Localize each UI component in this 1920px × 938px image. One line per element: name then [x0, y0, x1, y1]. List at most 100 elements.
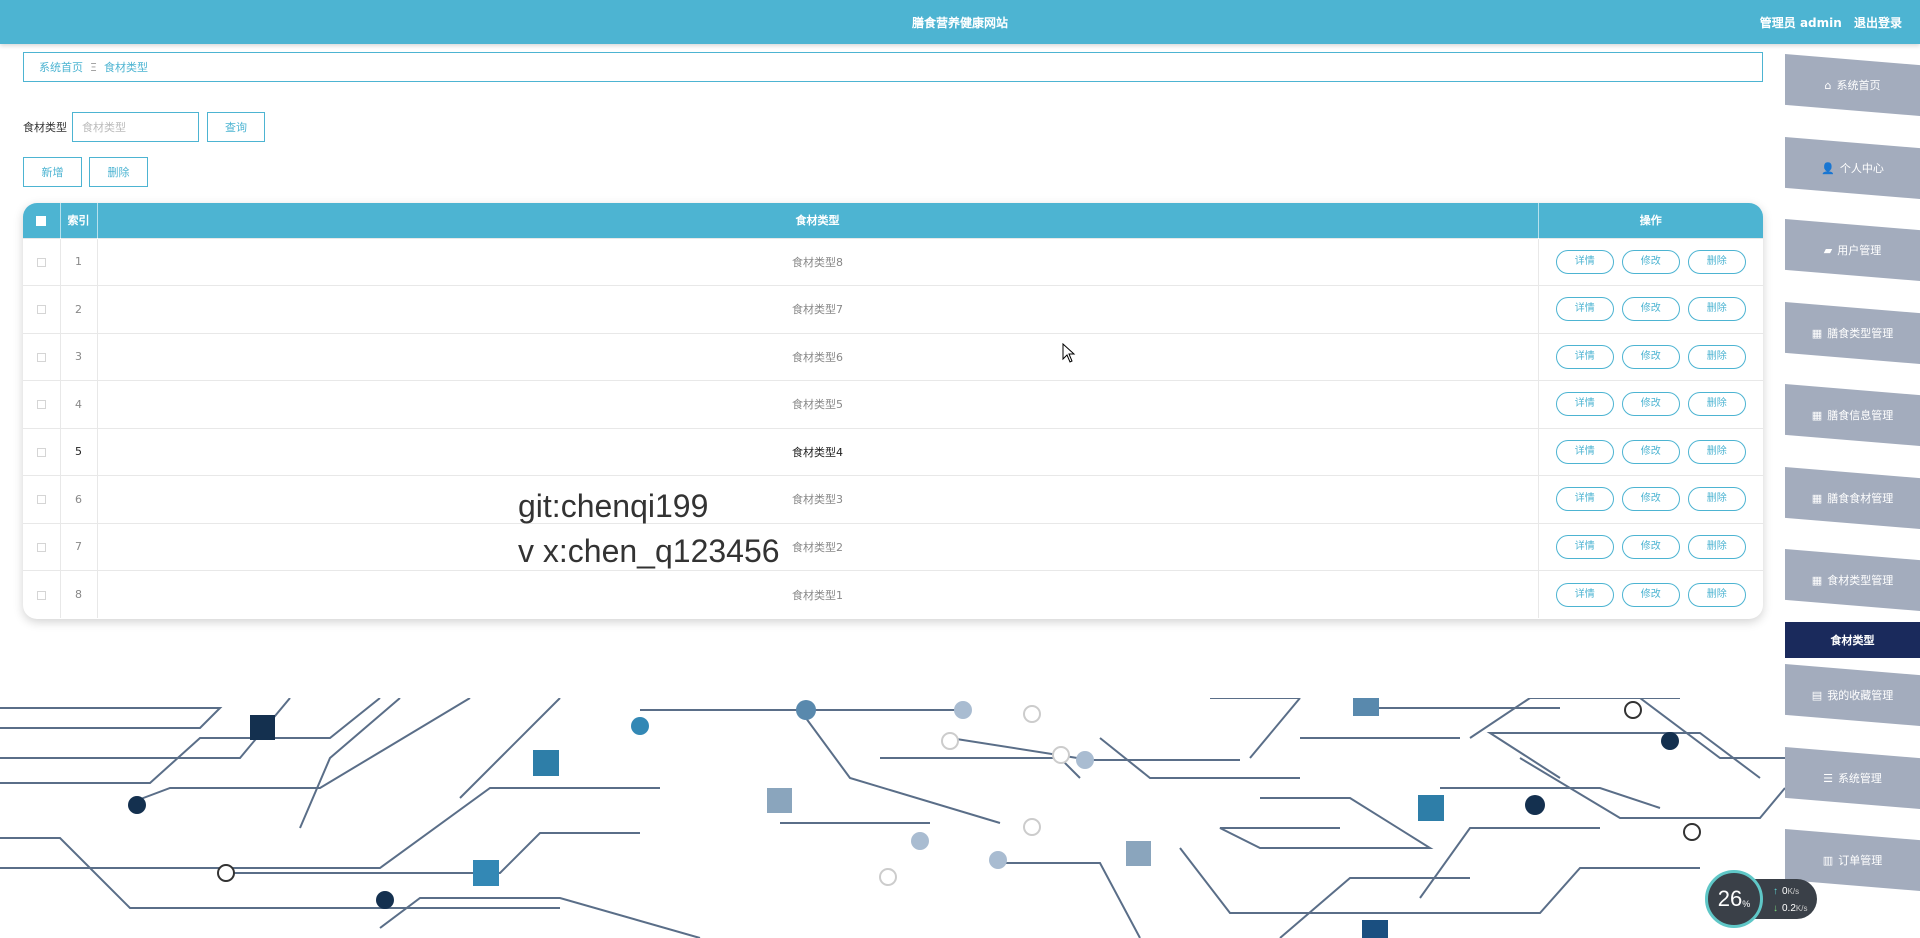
- row-checkbox[interactable]: [36, 305, 46, 315]
- detail-button[interactable]: 详情: [1555, 534, 1614, 559]
- table-row[interactable]: 2 食材类型7 详情 修改 删除: [23, 285, 1763, 334]
- type-header: 食材类型: [97, 203, 1539, 238]
- sidebar-item-3[interactable]: ▰ 用户管理: [1785, 219, 1920, 281]
- row-delete-button[interactable]: 删除: [1687, 249, 1746, 274]
- table-row[interactable]: 1 食材类型8 详情 修改 删除: [23, 238, 1763, 286]
- row-delete-button[interactable]: 删除: [1687, 439, 1746, 464]
- row-select-cell: [23, 428, 61, 476]
- briefcase-icon: ▰: [1823, 243, 1833, 257]
- data-table: 索引 食材类型 操作 1 食材类型8 详情 修改 删除 2 食材类型7 详情 修改 删除 3 食材类型…: [23, 203, 1763, 619]
- table-row[interactable]: 6 食材类型3 详情 修改 删除: [23, 475, 1763, 524]
- query-button[interactable]: 查询: [207, 112, 265, 142]
- edit-button[interactable]: 修改: [1621, 249, 1680, 274]
- row-delete-button[interactable]: 删除: [1687, 582, 1746, 607]
- add-button[interactable]: 新增: [23, 157, 82, 187]
- row-type: 食材类型4: [97, 428, 1539, 476]
- sidebar-item-8[interactable]: 食材类型: [1785, 622, 1920, 658]
- select-all-checkbox[interactable]: [36, 215, 47, 226]
- sidebar-item-6[interactable]: ▦ 膳食食材管理: [1785, 467, 1920, 529]
- breadcrumb: 系统首页 Ξ 食材类型: [23, 52, 1763, 82]
- row-checkbox[interactable]: [36, 495, 46, 505]
- edit-button[interactable]: 修改: [1621, 297, 1680, 322]
- user-icon: 👤: [1821, 161, 1835, 175]
- sidebar-item-1[interactable]: ⌂ 系统首页: [1785, 54, 1920, 116]
- row-type: 食材类型1: [97, 570, 1539, 618]
- table-row[interactable]: 8 食材类型1 详情 修改 删除: [23, 570, 1763, 618]
- row-index: 5: [60, 428, 98, 476]
- detail-button[interactable]: 详情: [1555, 582, 1614, 607]
- sidebar-item-label: 订单管理: [1838, 854, 1883, 867]
- edit-button[interactable]: 修改: [1621, 344, 1680, 369]
- row-delete-button[interactable]: 删除: [1687, 487, 1746, 512]
- download-arrow-icon: ↓: [1773, 903, 1778, 914]
- sidebar-item-10[interactable]: ☰ 系统管理: [1785, 747, 1920, 809]
- row-index: 1: [60, 238, 98, 286]
- row-operations: 详情 修改 删除: [1538, 523, 1763, 571]
- row-checkbox[interactable]: [36, 400, 46, 410]
- table-row[interactable]: 5 食材类型4 详情 修改 删除: [23, 428, 1763, 476]
- grid-icon: ▦: [1811, 408, 1823, 422]
- table-row[interactable]: 4 食材类型5 详情 修改 删除: [23, 380, 1763, 428]
- grid-icon: ▦: [1811, 491, 1823, 505]
- row-delete-button[interactable]: 删除: [1687, 344, 1746, 369]
- search-label: 食材类型: [23, 121, 67, 134]
- watermark-git: git:chenqi199: [518, 488, 709, 524]
- row-operations: 详情 修改 删除: [1538, 476, 1763, 524]
- table-row[interactable]: 3 食材类型6 详情 修改 删除: [23, 333, 1763, 381]
- detail-button[interactable]: 详情: [1555, 249, 1614, 274]
- site-title: 膳食营养健康网站: [911, 16, 1008, 30]
- admin-user-label[interactable]: 管理员 admin: [1760, 16, 1842, 30]
- breadcrumb-home[interactable]: 系统首页: [39, 59, 83, 75]
- right-sidebar: ⌂ 系统首页 👤 个人中心 ▰ 用户管理 ▦ 膳食类型管理 ▦ 膳食信息管理 ▦ 膳食食材管理 ▦ 食材类…: [1785, 44, 1920, 938]
- detail-button[interactable]: 详情: [1555, 297, 1614, 322]
- row-checkbox[interactable]: [36, 257, 46, 267]
- row-checkbox[interactable]: [36, 542, 46, 552]
- row-checkbox[interactable]: [36, 590, 46, 600]
- sidebar-item-2[interactable]: 👤 个人中心: [1785, 137, 1920, 199]
- row-operations: 详情 修改 删除: [1538, 286, 1763, 334]
- operations-header: 操作: [1639, 214, 1662, 228]
- table-row[interactable]: 7 食材类型2 详情 修改 删除: [23, 523, 1763, 571]
- sidebar-item-label: 膳食食材管理: [1827, 492, 1894, 505]
- row-delete-button[interactable]: 删除: [1687, 392, 1746, 417]
- network-speed-widget[interactable]: ↑ 0K/s ↓ 0.2K/s 26%: [1705, 870, 1825, 930]
- row-select-cell: [23, 570, 61, 618]
- row-index: 7: [60, 523, 98, 571]
- delete-button[interactable]: 删除: [89, 157, 148, 187]
- row-type: 食材类型6: [97, 333, 1539, 381]
- row-operations: 详情 修改 删除: [1538, 333, 1763, 381]
- menu-icon: ☰: [1823, 771, 1833, 785]
- circuit-background-image: [0, 698, 1785, 938]
- row-checkbox[interactable]: [36, 447, 46, 457]
- row-delete-button[interactable]: 删除: [1687, 534, 1746, 559]
- edit-button[interactable]: 修改: [1621, 392, 1680, 417]
- detail-button[interactable]: 详情: [1555, 392, 1614, 417]
- logout-link[interactable]: 退出登录: [1854, 16, 1902, 30]
- sidebar-item-label: 食材类型管理: [1827, 574, 1894, 587]
- edit-button[interactable]: 修改: [1621, 534, 1680, 559]
- detail-button[interactable]: 详情: [1555, 487, 1614, 512]
- edit-button[interactable]: 修改: [1621, 439, 1680, 464]
- row-index: 8: [60, 570, 98, 618]
- detail-button[interactable]: 详情: [1555, 439, 1614, 464]
- sidebar-item-label: 系统管理: [1837, 772, 1882, 785]
- row-index: 6: [60, 475, 98, 523]
- sidebar-item-9[interactable]: ▤ 我的收藏管理: [1785, 664, 1920, 726]
- home-icon: ⌂: [1824, 78, 1832, 92]
- detail-button[interactable]: 详情: [1555, 344, 1614, 369]
- row-select-cell: [23, 380, 61, 428]
- row-delete-button[interactable]: 删除: [1687, 297, 1746, 322]
- sidebar-item-7[interactable]: ▦ 食材类型管理: [1785, 549, 1920, 611]
- table-icon: ▥: [1822, 853, 1834, 867]
- sidebar-item-4[interactable]: ▦ 膳食类型管理: [1785, 302, 1920, 364]
- clipboard-icon: ▤: [1811, 688, 1823, 702]
- download-unit: K/s: [1795, 904, 1808, 913]
- upload-arrow-icon: ↑: [1773, 886, 1778, 897]
- row-checkbox[interactable]: [36, 352, 46, 362]
- edit-button[interactable]: 修改: [1621, 582, 1680, 607]
- sidebar-item-label: 食材类型: [1830, 634, 1875, 647]
- search-input[interactable]: [72, 112, 199, 142]
- sidebar-item-5[interactable]: ▦ 膳食信息管理: [1785, 384, 1920, 446]
- edit-button[interactable]: 修改: [1621, 487, 1680, 512]
- row-type: 食材类型5: [97, 380, 1539, 428]
